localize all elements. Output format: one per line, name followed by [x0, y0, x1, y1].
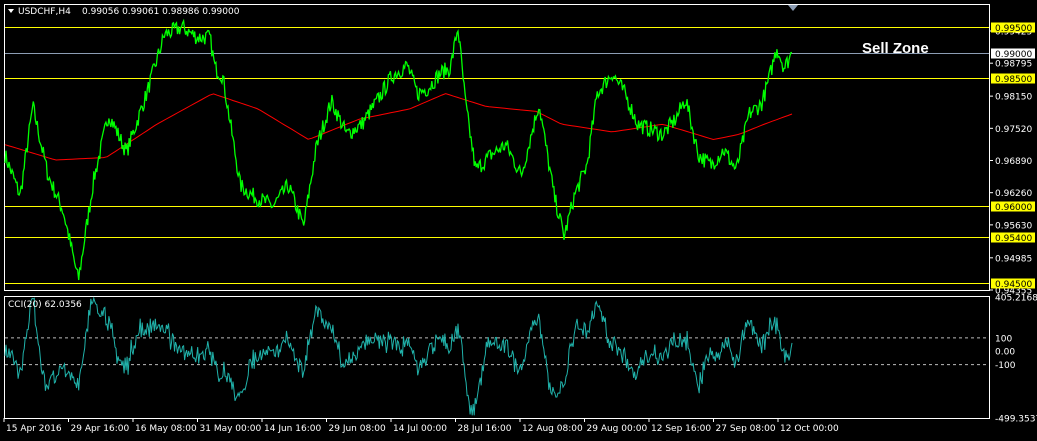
time-tick-label: 28 Jul 16:00 — [458, 424, 512, 434]
price-tick-label: 0.97520 — [995, 125, 1032, 135]
time-tick-label: 31 May 00:00 — [200, 424, 262, 434]
time-axis: 15 Apr 2016 29 Apr 16:00 16 May 08:00 31 Ma… — [3, 418, 839, 434]
cci-tick-label: 100 — [995, 334, 1012, 344]
triangle-down-icon[interactable] — [8, 9, 14, 13]
price-tick-label: 0.98150 — [995, 93, 1032, 103]
time-tick-label: 15 Apr 2016 — [6, 424, 62, 434]
chart-header-symbol: USDCHF,H4 — [18, 7, 71, 17]
sell-zone-label: Sell Zone — [862, 40, 929, 57]
cci-line — [4, 296, 793, 416]
price-axis: 0.994250.987950.981500.975200.968900.962… — [989, 28, 1032, 297]
time-tick-label: 12 Sep 16:00 — [651, 424, 711, 434]
level-label-2: 0.96000 — [995, 203, 1032, 213]
price-tick-label: 0.94985 — [995, 254, 1032, 264]
price-tick-label: 0.95630 — [995, 221, 1032, 231]
chart-shift-marker-icon — [788, 5, 798, 11]
current-price-label-text: 0.99000 — [995, 50, 1032, 60]
level-label-3: 0.95400 — [995, 234, 1032, 244]
cci-tick-label: -100 — [995, 361, 1016, 371]
time-tick-label: 12 Aug 08:00 — [522, 424, 583, 434]
time-tick-label: 14 Jul 00:00 — [393, 424, 447, 434]
cci-label: CCI(20) 62.0356 — [8, 300, 82, 310]
cci-panel-frame — [4, 296, 990, 419]
level-label-0: 0.99500 — [995, 24, 1032, 34]
time-tick-label: 27 Sep 08:00 — [716, 424, 776, 434]
current-price-label: 0.99000 — [991, 48, 1035, 60]
price-line — [4, 18, 793, 281]
time-tick-label: 29 Aug 00:00 — [587, 424, 648, 434]
level-label-1: 0.98500 — [995, 75, 1032, 85]
cci-axis: 405.2168 100 0.00 -100 -499.3537 — [995, 294, 1037, 425]
price-tick-label: 0.96890 — [995, 157, 1032, 167]
time-tick-label: 29 Apr 16:00 — [71, 424, 130, 434]
price-tick-label: 0.96260 — [995, 189, 1032, 199]
time-tick-label: 29 Jun 08:00 — [329, 424, 386, 434]
time-tick-label: 12 Oct 00:00 — [780, 424, 839, 434]
level-label-4: 0.94500 — [995, 280, 1032, 290]
cci-tick-label: -499.3537 — [995, 415, 1037, 425]
cci-tick-label: 405.2168 — [995, 294, 1037, 304]
time-tick-label: 14 Jun 16:00 — [264, 424, 321, 434]
trading-chart[interactable]: USDCHF,H4 0.99056 0.99061 0.98986 0.9900… — [0, 0, 1037, 441]
cci-tick-label: 0.00 — [995, 348, 1015, 358]
chart-header-ohlc: 0.99056 0.99061 0.98986 0.99000 — [82, 7, 240, 17]
time-tick-label: 16 May 08:00 — [135, 424, 197, 434]
price-tick-label: 0.98795 — [995, 60, 1032, 70]
